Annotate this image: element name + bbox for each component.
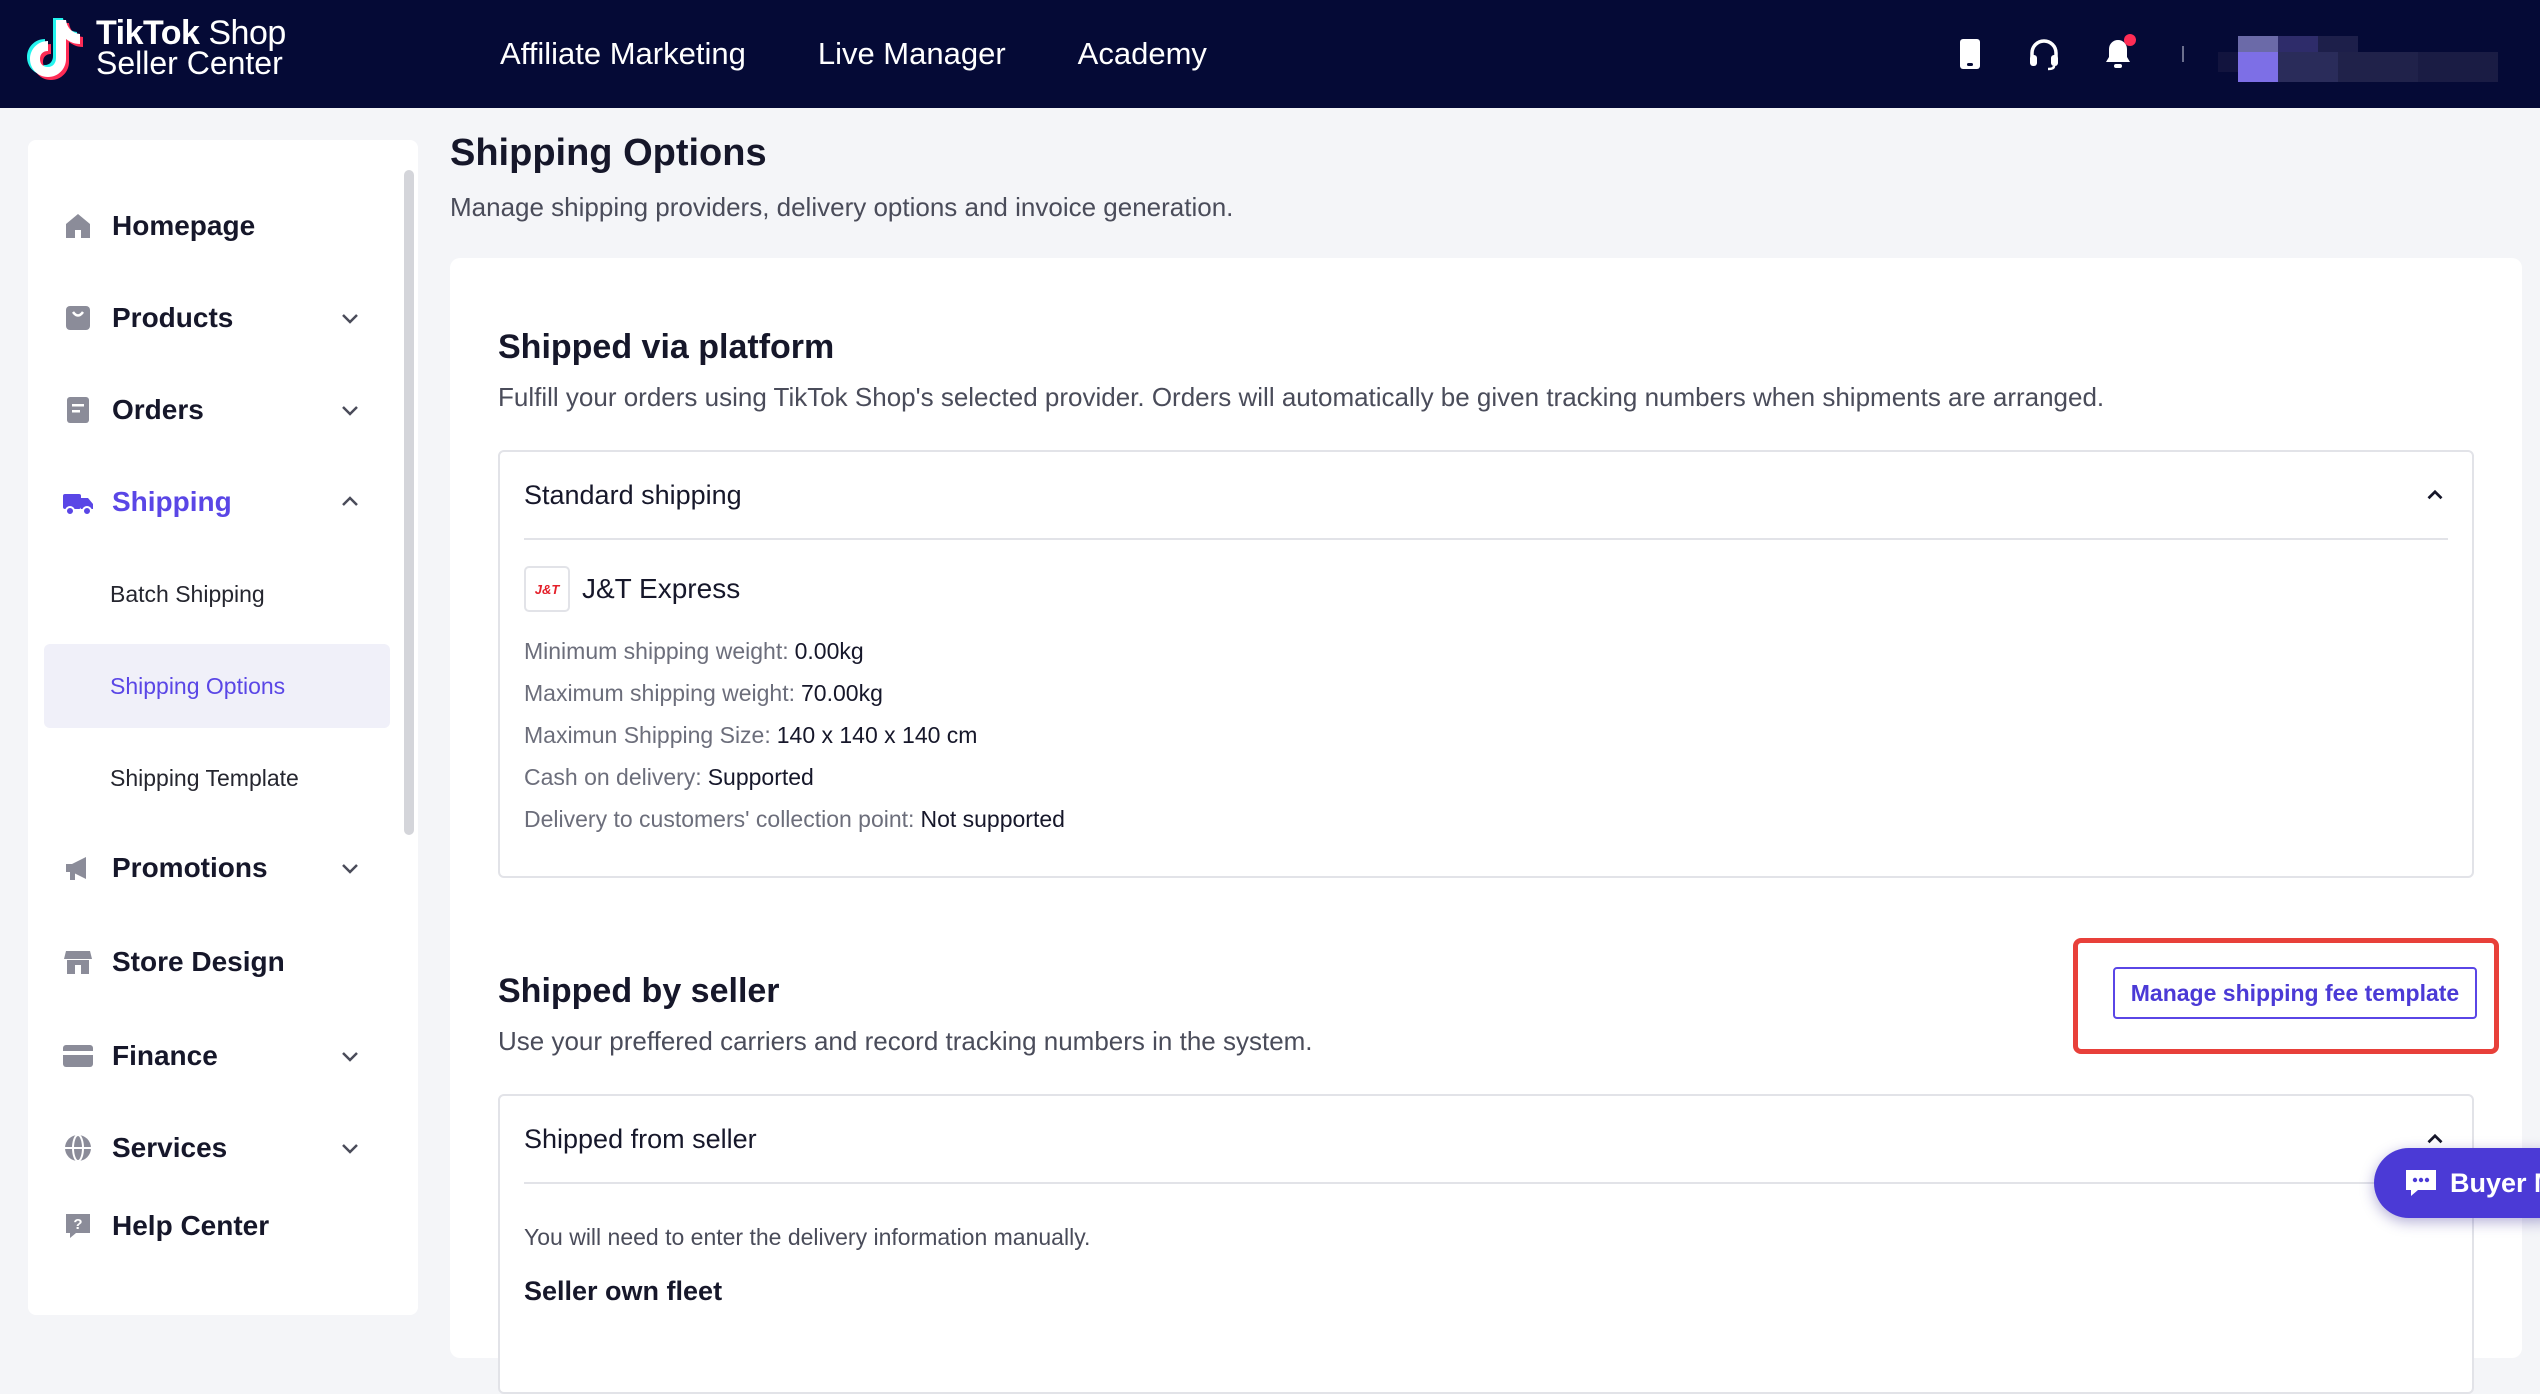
top-navigation: Affiliate Marketing Live Manager Academy <box>500 0 1279 108</box>
standard-shipping-header[interactable]: Standard shipping <box>524 452 2448 540</box>
top-right-actions <box>1950 0 2498 108</box>
document-icon <box>62 394 94 426</box>
sidebar-item-label: Store Design <box>112 946 285 977</box>
spec-value: Supported <box>707 764 814 790</box>
bag-icon <box>62 302 94 334</box>
spec-max-weight: Maximum shipping weight: 70.00kg <box>524 680 883 707</box>
chevron-down-icon[interactable] <box>338 1044 362 1068</box>
sidebar-item-services[interactable]: Services <box>28 1116 418 1180</box>
sidebar-item-finance[interactable]: Finance <box>28 1024 418 1088</box>
sidebar: Homepage Products Orders Shipping Batch … <box>28 140 418 1315</box>
carrier-name: J&T Express <box>582 573 741 604</box>
sidebar-item-label: Services <box>112 1132 228 1163</box>
sidebar-subitem-label: Shipping Template <box>110 764 299 791</box>
shipped-from-seller-header[interactable]: Shipped from seller <box>524 1096 2448 1184</box>
spec-key: Maximun Shipping Size: <box>524 722 771 748</box>
top-bar: TikTok Shop Seller Center Affiliate Mark… <box>0 0 2540 108</box>
sidebar-item-label: Promotions <box>112 852 268 883</box>
chevron-down-icon[interactable] <box>338 306 362 330</box>
panel-title: Standard shipping <box>524 479 742 510</box>
divider <box>2182 46 2184 62</box>
sidebar-item-label: Products <box>112 302 234 333</box>
jt-express-logo: J&T <box>524 566 570 612</box>
spec-value: 70.00kg <box>801 680 883 706</box>
seller-section-subtitle: Use your preffered carriers and record t… <box>498 1026 1313 1056</box>
page-subtitle: Manage shipping providers, delivery opti… <box>450 192 1234 222</box>
sidebar-subitem-label: Shipping Options <box>110 672 286 699</box>
spec-key: Cash on delivery: <box>524 764 702 790</box>
sidebar-item-products[interactable]: Products <box>28 286 418 350</box>
chat-icon <box>2406 1170 2436 1196</box>
carrier-logo-text: J&T <box>534 581 560 597</box>
sidebar-item-orders[interactable]: Orders <box>28 378 418 442</box>
spec-value: Not supported <box>920 806 1065 832</box>
nav-affiliate-marketing[interactable]: Affiliate Marketing <box>500 36 746 72</box>
nav-academy[interactable]: Academy <box>1078 36 1207 72</box>
sidebar-subitem-label: Batch Shipping <box>110 580 265 607</box>
chevron-down-icon[interactable] <box>338 856 362 880</box>
tiktok-logo-icon <box>27 18 83 80</box>
sidebar-subitem-shipping-template[interactable]: Shipping Template <box>44 736 390 820</box>
nav-live-manager[interactable]: Live Manager <box>818 36 1006 72</box>
platform-section-title: Shipped via platform <box>498 328 835 366</box>
seller-section-title: Shipped by seller <box>498 972 780 1010</box>
spec-max-size: Maximun Shipping Size: 140 x 140 x 140 cm <box>524 722 977 749</box>
store-icon <box>62 946 94 978</box>
account-menu[interactable] <box>2218 24 2498 84</box>
shipping-options-card: Shipped via platform Fulfill your orders… <box>450 258 2522 1394</box>
notification-dot <box>2124 34 2136 46</box>
headset-icon[interactable] <box>2024 34 2064 74</box>
tiktok-shop-logo[interactable]: TikTok Shop Seller Center <box>26 14 286 82</box>
spec-collection-point: Delivery to customers' collection point:… <box>524 806 1065 833</box>
chevron-down-icon[interactable] <box>338 398 362 422</box>
chevron-up-icon[interactable] <box>2422 482 2448 508</box>
spec-value: 0.00kg <box>794 638 864 664</box>
sidebar-item-help-center[interactable]: ? Help Center <box>28 1194 418 1258</box>
home-icon <box>62 210 94 242</box>
spec-key: Maximum shipping weight: <box>524 680 796 706</box>
sidebar-item-promotions[interactable]: Promotions <box>28 836 418 900</box>
sidebar-item-label: Shipping <box>112 486 232 517</box>
standard-shipping-panel: Standard shipping J&T J&T Express Minimu… <box>498 450 2474 878</box>
platform-section-subtitle: Fulfill your orders using TikTok Shop's … <box>498 382 2105 412</box>
spec-key: Minimum shipping weight: <box>524 638 789 664</box>
megaphone-icon <box>62 852 94 884</box>
sidebar-item-shipping[interactable]: Shipping <box>28 470 418 534</box>
buyer-messages-label: Buyer M <box>2450 1167 2540 1198</box>
shipped-from-seller-panel: Shipped from seller You will need to ent… <box>498 1094 2474 1394</box>
chevron-down-icon[interactable] <box>338 1136 362 1160</box>
chevron-up-icon[interactable] <box>338 490 362 514</box>
sidebar-item-label: Homepage <box>112 210 256 241</box>
spec-min-weight: Minimum shipping weight: 0.00kg <box>524 638 864 665</box>
panel-title: Shipped from seller <box>524 1123 757 1154</box>
page-title: Shipping Options <box>450 132 767 174</box>
carrier-row: J&T J&T Express <box>524 566 740 612</box>
brand-subtitle: Seller Center <box>96 45 283 81</box>
mobile-phone-icon[interactable] <box>1950 34 1990 74</box>
sidebar-item-store-design[interactable]: Store Design <box>28 930 418 994</box>
sidebar-scrollbar[interactable] <box>404 170 414 835</box>
truck-icon <box>62 486 94 518</box>
spec-cash-on-delivery: Cash on delivery: Supported <box>524 764 814 791</box>
manage-shipping-fee-template-button[interactable]: Manage shipping fee template <box>2113 967 2477 1019</box>
card-icon <box>62 1040 94 1072</box>
bell-icon[interactable] <box>2098 34 2138 74</box>
spec-key: Delivery to customers' collection point: <box>524 806 915 832</box>
sidebar-subitem-batch-shipping[interactable]: Batch Shipping <box>44 552 390 636</box>
spec-value: 140 x 140 x 140 cm <box>776 722 978 748</box>
manual-entry-note: You will need to enter the delivery info… <box>524 1224 1091 1250</box>
buyer-messages-button[interactable]: Buyer M <box>2374 1148 2540 1218</box>
help-icon: ? <box>62 1210 94 1242</box>
sidebar-subitem-shipping-options[interactable]: Shipping Options <box>44 644 390 728</box>
logo-text: TikTok Shop Seller Center <box>96 16 286 81</box>
sidebar-item-label: Help Center <box>112 1210 270 1241</box>
sidebar-item-label: Orders <box>112 394 204 425</box>
seller-own-fleet-label: Seller own fleet <box>524 1276 723 1306</box>
svg-text:?: ? <box>73 1216 82 1233</box>
sidebar-item-homepage[interactable]: Homepage <box>28 194 418 258</box>
globe-icon <box>62 1132 94 1164</box>
sidebar-item-label: Finance <box>112 1040 218 1071</box>
